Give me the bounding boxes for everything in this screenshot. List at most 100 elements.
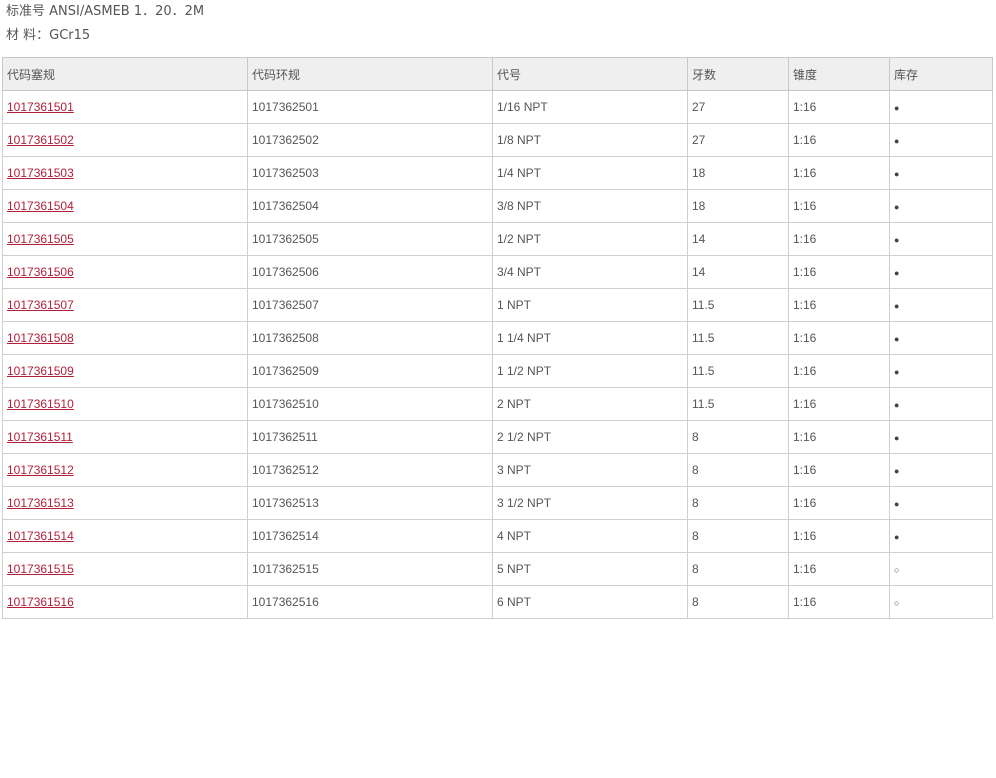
- threads-cell: 11.5: [687, 288, 789, 322]
- threads-cell: 18: [687, 189, 789, 223]
- taper-cell: 1:16: [788, 486, 890, 520]
- designation-cell: 4 NPT: [492, 519, 688, 553]
- table-row: 1017361516 1017362516 6 NPT 8 1:16 ○: [2, 585, 993, 619]
- gauge-spec-table: 代码塞规 代码环规 代号 牙数 锥度 库存 1017361501 10173625…: [2, 57, 993, 619]
- taper-cell: 1:16: [788, 585, 890, 619]
- plug-code-link[interactable]: 1017361515: [7, 562, 74, 576]
- designation-cell: 1/4 NPT: [492, 156, 688, 190]
- designation-cell: 1/2 NPT: [492, 222, 688, 256]
- plug-code-link[interactable]: 1017361504: [7, 199, 74, 213]
- ring-code-cell: 1017362502: [247, 123, 493, 157]
- designation-cell: 2 NPT: [492, 387, 688, 421]
- designation-cell: 1/8 NPT: [492, 123, 688, 157]
- threads-cell: 8: [687, 420, 789, 454]
- taper-cell: 1:16: [788, 321, 890, 355]
- plug-code-cell: 1017361505: [2, 222, 248, 256]
- taper-cell: 1:16: [788, 123, 890, 157]
- stock-dot-icon: ●: [894, 532, 900, 542]
- plug-code-link[interactable]: 1017361516: [7, 595, 74, 609]
- plug-code-link[interactable]: 1017361507: [7, 298, 74, 312]
- threads-cell: 8: [687, 585, 789, 619]
- table-row: 1017361504 1017362504 3/8 NPT 18 1:16 ●: [2, 189, 993, 223]
- stock-dot-icon: ●: [894, 400, 900, 410]
- plug-code-link[interactable]: 1017361508: [7, 331, 74, 345]
- stock-dot-icon: ●: [894, 334, 900, 344]
- taper-cell: 1:16: [788, 255, 890, 289]
- column-header-taper: 锥度: [788, 57, 890, 91]
- taper-cell: 1:16: [788, 453, 890, 487]
- table-row: 1017361505 1017362505 1/2 NPT 14 1:16 ●: [2, 222, 993, 256]
- taper-cell: 1:16: [788, 288, 890, 322]
- stock-dot-icon: ○: [894, 598, 900, 608]
- plug-code-cell: 1017361513: [2, 486, 248, 520]
- plug-code-link[interactable]: 1017361506: [7, 265, 74, 279]
- stock-dot-icon: ●: [894, 103, 900, 113]
- stock-dot-icon: ○: [894, 565, 900, 575]
- plug-code-link[interactable]: 1017361511: [7, 430, 73, 444]
- designation-cell: 1 1/2 NPT: [492, 354, 688, 388]
- table-header-row: 代码塞规 代码环规 代号 牙数 锥度 库存: [2, 57, 993, 91]
- stock-indicator: ●: [889, 486, 993, 520]
- stock-indicator: ●: [889, 519, 993, 553]
- plug-code-cell: 1017361502: [2, 123, 248, 157]
- stock-dot-icon: ●: [894, 235, 900, 245]
- table-row: 1017361511 1017362511 2 1/2 NPT 8 1:16 ●: [2, 420, 993, 454]
- plug-code-cell: 1017361512: [2, 453, 248, 487]
- plug-code-cell: 1017361504: [2, 189, 248, 223]
- threads-cell: 11.5: [687, 354, 789, 388]
- stock-indicator: ●: [889, 387, 993, 421]
- stock-indicator: ●: [889, 255, 993, 289]
- table-row: 1017361503 1017362503 1/4 NPT 18 1:16 ●: [2, 156, 993, 190]
- table-row: 1017361512 1017362512 3 NPT 8 1:16 ●: [2, 453, 993, 487]
- threads-cell: 8: [687, 519, 789, 553]
- plug-code-link[interactable]: 1017361503: [7, 166, 74, 180]
- stock-dot-icon: ●: [894, 433, 900, 443]
- column-header-stock: 库存: [889, 57, 993, 91]
- ring-code-cell: 1017362508: [247, 321, 493, 355]
- stock-indicator: ○: [889, 552, 993, 586]
- plug-code-link[interactable]: 1017361513: [7, 496, 74, 510]
- plug-code-cell: 1017361508: [2, 321, 248, 355]
- ring-code-cell: 1017362505: [247, 222, 493, 256]
- ring-code-cell: 1017362509: [247, 354, 493, 388]
- plug-code-cell: 1017361507: [2, 288, 248, 322]
- table-row: 1017361507 1017362507 1 NPT 11.5 1:16 ●: [2, 288, 993, 322]
- table-row: 1017361502 1017362502 1/8 NPT 27 1:16 ●: [2, 123, 993, 157]
- ring-code-cell: 1017362512: [247, 453, 493, 487]
- designation-cell: 6 NPT: [492, 585, 688, 619]
- threads-cell: 14: [687, 255, 789, 289]
- taper-cell: 1:16: [788, 222, 890, 256]
- stock-indicator: ●: [889, 288, 993, 322]
- plug-code-link[interactable]: 1017361512: [7, 463, 74, 477]
- taper-cell: 1:16: [788, 519, 890, 553]
- threads-cell: 27: [687, 90, 789, 124]
- ring-code-cell: 1017362507: [247, 288, 493, 322]
- stock-dot-icon: ●: [894, 202, 900, 212]
- threads-cell: 8: [687, 552, 789, 586]
- plug-code-link[interactable]: 1017361509: [7, 364, 74, 378]
- stock-indicator: ●: [889, 156, 993, 190]
- designation-cell: 2 1/2 NPT: [492, 420, 688, 454]
- stock-dot-icon: ●: [894, 367, 900, 377]
- ring-code-cell: 1017362516: [247, 585, 493, 619]
- taper-cell: 1:16: [788, 552, 890, 586]
- plug-code-link[interactable]: 1017361502: [7, 133, 74, 147]
- taper-cell: 1:16: [788, 189, 890, 223]
- stock-indicator: ○: [889, 585, 993, 619]
- threads-cell: 11.5: [687, 387, 789, 421]
- stock-indicator: ●: [889, 453, 993, 487]
- plug-code-cell: 1017361514: [2, 519, 248, 553]
- stock-dot-icon: ●: [894, 169, 900, 179]
- table-row: 1017361508 1017362508 1 1/4 NPT 11.5 1:16 ●: [2, 321, 993, 355]
- plug-code-link[interactable]: 1017361501: [7, 100, 74, 114]
- plug-code-link[interactable]: 1017361514: [7, 529, 74, 543]
- plug-code-cell: 1017361506: [2, 255, 248, 289]
- plug-code-link[interactable]: 1017361510: [7, 397, 74, 411]
- plug-code-cell: 1017361510: [2, 387, 248, 421]
- material-label: 材 料：GCr15: [6, 28, 91, 43]
- table-row: 1017361506 1017362506 3/4 NPT 14 1:16 ●: [2, 255, 993, 289]
- designation-cell: 1/16 NPT: [492, 90, 688, 124]
- plug-code-link[interactable]: 1017361505: [7, 232, 74, 246]
- stock-indicator: ●: [889, 420, 993, 454]
- stock-dot-icon: ●: [894, 301, 900, 311]
